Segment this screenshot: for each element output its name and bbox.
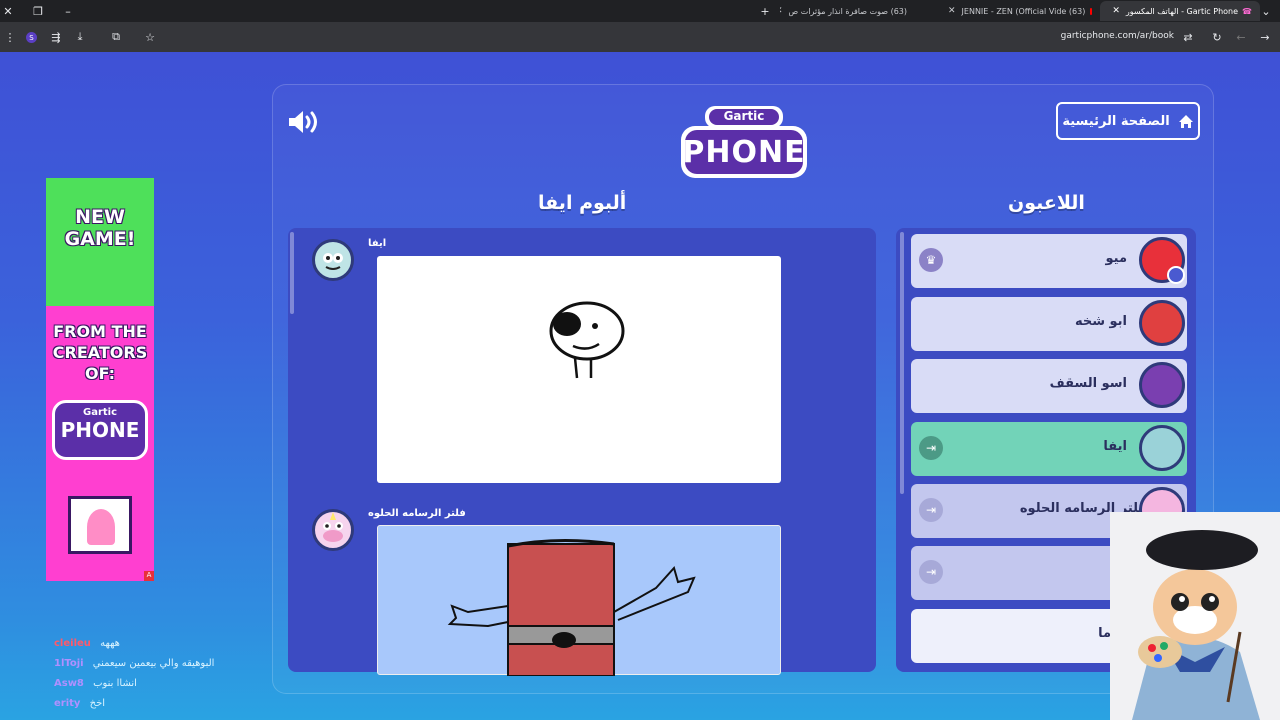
minimize-window-icon[interactable]: –	[60, 3, 76, 19]
home-button-label: الصفحة الرئيسية	[1062, 113, 1170, 129]
user-icon	[1167, 266, 1185, 284]
entry-author: ايفا	[368, 238, 387, 249]
chat-user: erity	[54, 698, 81, 709]
browser-tab-bar: ✕ ❐ – + (63) صوت صافرة انذار مؤثرات ص ✕ …	[0, 0, 1280, 22]
download-icon[interactable]: ⤓	[72, 29, 88, 45]
tab-siren[interactable]: (63) صوت صافرة انذار مؤثرات ص ✕	[780, 1, 920, 21]
ad-text: CREATORS	[52, 343, 148, 362]
tab-title: Gartic Phone - الهاتف المكسور	[1125, 6, 1239, 16]
restore-window-icon[interactable]: ❐	[30, 3, 46, 19]
new-tab-icon[interactable]: +	[757, 3, 773, 19]
ad-text: OF:	[84, 364, 116, 383]
ad-info-icon[interactable]: A	[144, 571, 154, 581]
chat-message: Asw8 انشاا بنوب	[54, 678, 137, 689]
ad-logo: Gartic PHONE	[52, 400, 148, 460]
player-name: ايفا	[1103, 439, 1127, 454]
author-avatar	[312, 509, 354, 551]
ad-text: NEW	[75, 206, 125, 228]
chat-user: Asw8	[54, 678, 84, 689]
crown-icon: ♛	[919, 248, 943, 272]
player-name: ابو شخه	[1074, 314, 1127, 329]
close-tab-icon[interactable]: ✕	[948, 6, 956, 16]
entry-author: فلتر الرسامه الحلوه	[368, 508, 466, 519]
enter-icon: ⇥	[919, 498, 943, 522]
ad-logo-top: Gartic	[82, 407, 118, 418]
tab-title: (63) JENNIE - ZEN (Official Vide	[961, 6, 1086, 16]
home-icon	[1178, 114, 1193, 128]
author-avatar	[312, 239, 354, 281]
site-settings-icon[interactable]: ⇄	[1180, 29, 1196, 45]
chat-message: cleileu هههه	[54, 638, 120, 649]
players-scrollbar[interactable]	[900, 232, 904, 494]
chat-text: اخخ	[89, 698, 106, 709]
close-window-icon[interactable]: ✕	[0, 3, 16, 19]
gartic-tab-icon: ☎	[1242, 6, 1252, 16]
player-name: اسو السقف	[1049, 376, 1127, 391]
reload-icon[interactable]: ↻	[1209, 29, 1225, 45]
player-row[interactable]: ابو شخه	[911, 297, 1187, 351]
chat-text: البوهيقه والي بيعمين سيعمني	[92, 658, 215, 669]
youtube-icon	[1090, 7, 1092, 15]
player-row[interactable]: ♛ ميو	[911, 234, 1187, 288]
game-page: Gartic PHONE الصفحة الرئيسية ألبوم ايفا …	[0, 52, 1280, 720]
gartic-phone-logo: Gartic PHONE	[679, 104, 809, 184]
ad-text: GAME!	[64, 228, 136, 250]
extensions-icon[interactable]: ⧉	[108, 29, 124, 45]
back-icon[interactable]: →	[1257, 29, 1273, 45]
players-title: اللاعبون	[1008, 192, 1085, 214]
tab-title: (63) صوت صافرة انذار مؤثرات ص	[788, 6, 907, 16]
tab-jennie[interactable]: (63) JENNIE - ZEN (Official Vide ✕	[940, 1, 1100, 21]
home-button[interactable]: الصفحة الرئيسية	[1056, 102, 1200, 140]
tab-search-icon[interactable]: ⌄	[1258, 3, 1274, 19]
tab-gartic[interactable]: ☎ Gartic Phone - الهاتف المكسور ✕	[1100, 1, 1260, 21]
ad-calendar-image	[68, 496, 132, 554]
sound-icon[interactable]	[287, 109, 321, 135]
close-tab-icon[interactable]: ✕	[1112, 6, 1120, 16]
player-avatar	[1139, 425, 1185, 471]
ad-logo-bottom: PHONE	[60, 418, 140, 442]
address-bar[interactable]: garticphone.com/ar/book	[1061, 31, 1174, 41]
drawing-image	[377, 525, 781, 677]
chat-text: هههه	[100, 638, 120, 649]
chat-user: cleileu	[54, 638, 91, 649]
player-name: ميو	[1105, 251, 1127, 266]
logo-top-text: Gartic	[723, 109, 765, 123]
customize-icon[interactable]: ⇶	[48, 29, 64, 45]
player-avatar	[1139, 362, 1185, 408]
player-avatar	[1139, 300, 1185, 346]
bookmark-star-icon[interactable]: ☆	[142, 29, 158, 45]
menu-icon[interactable]: ⋮	[2, 29, 18, 45]
ad-banner[interactable]: NEW GAME! FROM THE CREATORS OF: Gartic P…	[46, 178, 154, 581]
browser-toolbar: ⋮ S ⇶ ⤓ ⧉ ☆ garticphone.com/ar/book ⇄ ↻ …	[0, 22, 1280, 52]
streamer-cat-overlay	[1110, 512, 1280, 720]
forward-icon[interactable]: ←	[1233, 29, 1249, 45]
drawing-image	[377, 256, 781, 483]
player-row[interactable]: ⇥ ايفا	[911, 422, 1187, 476]
chat-text: انشاا بنوب	[93, 678, 137, 689]
enter-icon: ⇥	[919, 436, 943, 460]
album-scrollbar[interactable]	[290, 232, 294, 314]
close-tab-icon[interactable]: ✕	[780, 6, 783, 16]
player-row[interactable]: اسو السقف	[911, 359, 1187, 413]
enter-icon: ⇥	[919, 560, 943, 584]
album-title: ألبوم ايفا	[538, 192, 627, 214]
profile-icon[interactable]: S	[26, 32, 37, 43]
logo-bottom-text: PHONE	[682, 135, 806, 170]
ad-text: FROM THE	[53, 322, 147, 341]
chat-message: erity اخخ	[54, 698, 105, 709]
chat-message: 1lToji البوهيقه والي بيعمين سيعمني	[54, 658, 214, 669]
chat-user: 1lToji	[54, 658, 84, 669]
